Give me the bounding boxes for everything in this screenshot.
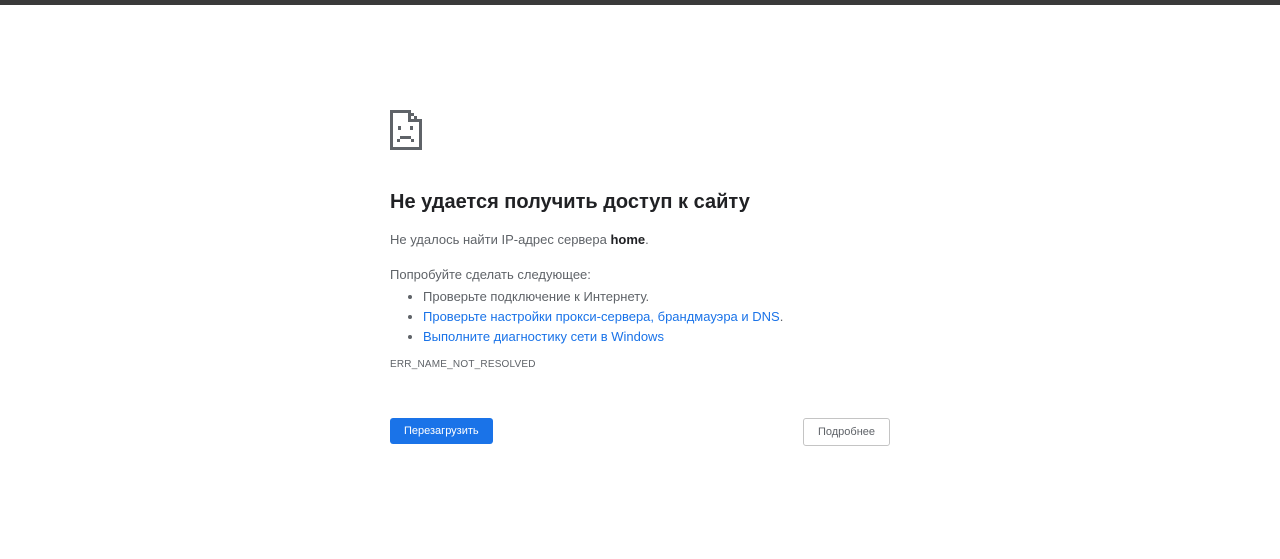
check-proxy-link[interactable]: Проверьте настройки прокси-сервера, бран… <box>423 309 780 324</box>
error-description: Не удалось найти IP-адрес сервера home. <box>390 232 890 249</box>
browser-top-bar <box>0 0 1280 5</box>
suggestion-period: . <box>779 308 784 324</box>
error-title: Не удается получить доступ к сайту <box>390 191 750 213</box>
suggestion-check-proxy: Проверьте настройки прокси-сервера, бран… <box>423 308 890 325</box>
suggestions-list: Проверьте подключение к Интернету. Прове… <box>390 288 890 345</box>
suggestion-check-connection: Проверьте подключение к Интернету. <box>423 288 890 305</box>
host-name: home <box>610 232 646 247</box>
description-suffix: . <box>645 232 649 247</box>
error-page: Не удается получить доступ к сайту Не уд… <box>390 110 890 446</box>
reload-button[interactable]: Перезагрузить <box>390 417 493 444</box>
description-text: Не удалось найти IP-адрес сервера <box>390 232 611 247</box>
error-code: ERR_NAME_NOT_RESOLVED <box>390 358 536 370</box>
button-row: Перезагрузить Подробнее <box>390 417 890 446</box>
run-diagnostics-link[interactable]: Выполните диагностику сети в Windows <box>423 329 664 344</box>
sad-document-icon <box>390 110 422 150</box>
suggestions-heading: Попробуйте сделать следующее: <box>390 266 591 282</box>
details-button[interactable]: Подробнее <box>802 417 890 446</box>
suggestion-run-diagnostics: Выполните диагностику сети в Windows <box>423 328 890 345</box>
